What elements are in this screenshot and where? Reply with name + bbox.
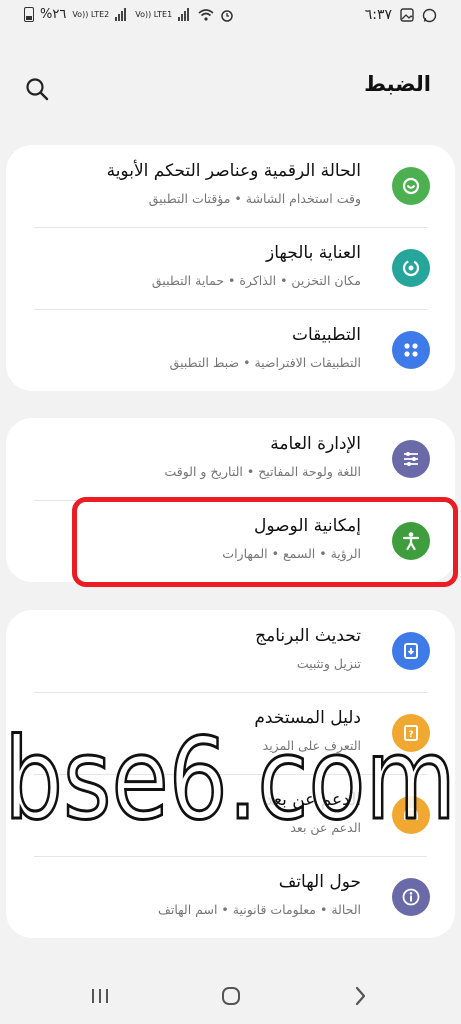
device-care-icon <box>392 249 430 287</box>
item-subtitle: اللغة ولوحة المفاتيح • التاريخ و الوقت <box>164 464 361 479</box>
item-title: الحالة الرقمية وعناصر التحكم الأبوية <box>106 161 361 181</box>
settings-card-2: الإدارة العامة اللغة ولوحة المفاتيح • ال… <box>6 418 455 582</box>
whatsapp-icon <box>422 8 437 22</box>
settings-item-device-care[interactable]: العناية بالجهاز مكان التخزين • الذاكرة •… <box>6 227 455 309</box>
settings-item-apps[interactable]: التطبيقات التطبيقات الافتراضية • ضبط الت… <box>6 309 455 391</box>
item-subtitle: الرؤية • السمع • المهارات <box>222 546 361 561</box>
gallery-icon <box>400 8 414 22</box>
battery-icon <box>24 7 34 22</box>
settings-item-accessibility[interactable]: إمكانية الوصول الرؤية • السمع • المهارات <box>6 500 455 582</box>
home-button[interactable] <box>211 982 251 1010</box>
settings-item-about-phone[interactable]: حول الهاتف الحالة • معلومات قانونية • اس… <box>6 856 455 938</box>
digital-wellbeing-icon <box>392 167 430 205</box>
settings-item-user-manual[interactable]: ? دليل المستخدم التعرف على المزيد <box>6 692 455 774</box>
signal-sim2-icon <box>115 8 129 21</box>
wifi-icon <box>198 9 214 21</box>
status-left: %٢٦ Vo)) LTE2 Vo)) LTE1 <box>24 7 234 22</box>
page-title: الضبط <box>364 72 431 96</box>
remote-support-icon <box>392 796 430 834</box>
apps-icon <box>392 331 430 369</box>
item-title: دليل المستخدم <box>254 708 361 728</box>
navigation-bar <box>0 968 461 1024</box>
sim2-text: Vo)) LTE2 <box>72 9 110 19</box>
status-right: ٦:٣٧ <box>365 7 437 23</box>
general-management-icon <box>392 440 430 478</box>
svg-text:?: ? <box>408 730 413 740</box>
item-title: الإدارة العامة <box>270 434 361 454</box>
back-icon <box>355 986 366 1006</box>
item-subtitle: الدعم عن بعد <box>290 820 361 835</box>
item-title: حول الهاتف <box>278 872 361 892</box>
item-subtitle: التطبيقات الافتراضية • ضبط التطبيق <box>169 355 361 370</box>
accessibility-icon <box>392 522 430 560</box>
about-phone-icon <box>392 878 430 916</box>
settings-item-digital-wellbeing[interactable]: الحالة الرقمية وعناصر التحكم الأبوية وقت… <box>6 145 455 227</box>
search-icon <box>26 78 49 101</box>
software-update-icon <box>392 632 430 670</box>
sim1-text: Vo)) LTE1 <box>135 9 173 19</box>
item-title: إمكانية الوصول <box>253 516 361 536</box>
search-button[interactable] <box>22 74 52 104</box>
recents-icon <box>92 989 108 1003</box>
recents-button[interactable] <box>80 982 120 1010</box>
item-subtitle: التعرف على المزيد <box>262 738 361 753</box>
battery-level: %٢٦ <box>40 7 67 22</box>
item-title: الدعم عن بعد <box>264 790 361 810</box>
item-title: التطبيقات <box>291 325 361 345</box>
settings-item-software-update[interactable]: تحديث البرنامج تنزيل وتثبيت <box>6 610 455 692</box>
back-button[interactable] <box>340 982 380 1010</box>
settings-item-remote-support[interactable]: الدعم عن بعد الدعم عن بعد <box>6 774 455 856</box>
settings-card-3: تحديث البرنامج تنزيل وتثبيت ? دليل المست… <box>6 610 455 938</box>
sim1-label: Vo)) LTE1 <box>135 9 173 19</box>
item-subtitle: مكان التخزين • الذاكرة • حماية التطبيق <box>151 273 361 288</box>
settings-item-general-management[interactable]: الإدارة العامة اللغة ولوحة المفاتيح • ال… <box>6 418 455 500</box>
status-bar: %٢٦ Vo)) LTE2 Vo)) LTE1 ٦:٣٧ <box>0 0 461 34</box>
clock: ٦:٣٧ <box>364 7 392 23</box>
home-icon <box>222 987 240 1005</box>
item-subtitle: الحالة • معلومات قانونية • اسم الهاتف <box>157 902 361 917</box>
item-subtitle: وقت استخدام الشاشة • مؤقتات التطبيق <box>148 191 361 206</box>
user-manual-icon: ? <box>392 714 430 752</box>
item-title: العناية بالجهاز <box>266 243 361 263</box>
settings-card-1: الحالة الرقمية وعناصر التحكم الأبوية وقت… <box>6 145 455 391</box>
app-header: الضبط <box>0 62 461 112</box>
signal-sim1-icon <box>178 8 192 21</box>
alarm-icon <box>221 9 233 22</box>
sim2-label: Vo)) LTE2 <box>72 9 110 19</box>
item-subtitle: تنزيل وتثبيت <box>296 656 361 671</box>
item-title: تحديث البرنامج <box>255 626 361 646</box>
